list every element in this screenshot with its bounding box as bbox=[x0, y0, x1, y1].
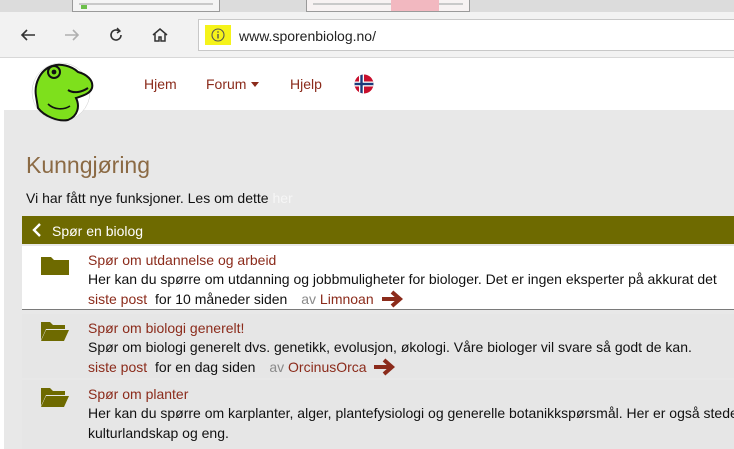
forum-row: Spør om utdannelse og arbeid Her kan du … bbox=[22, 246, 734, 310]
last-post-user[interactable]: OrcinusOrca bbox=[288, 359, 367, 375]
forward-button[interactable] bbox=[59, 22, 85, 48]
tab-strip bbox=[0, 0, 734, 12]
folder-open-icon bbox=[41, 322, 69, 341]
forum-description: Spør om biologi generelt dvs. genetikk, … bbox=[88, 339, 692, 355]
forum-title[interactable]: Spør om utdannelse og arbeid bbox=[88, 252, 276, 268]
last-post-meta: siste post for 10 måneder siden av Limno… bbox=[88, 290, 403, 308]
tab-thumbnail[interactable] bbox=[306, 0, 470, 12]
announcement-title: Kunngjøring bbox=[26, 152, 151, 178]
forum-title[interactable]: Spør om planter bbox=[88, 386, 188, 402]
arrow-right-icon[interactable] bbox=[381, 290, 403, 308]
address-bar[interactable]: www.sporenbiolog.no/ bbox=[198, 19, 734, 51]
arrow-left-icon bbox=[20, 29, 35, 41]
forum-description: Her kan du spørre om karplanter, alger, … bbox=[88, 405, 734, 421]
last-post-user[interactable]: Limnoan bbox=[320, 291, 374, 307]
tab-thumbnail[interactable] bbox=[72, 0, 220, 12]
arrow-right-icon bbox=[65, 29, 80, 41]
forum-description: Her kan du spørre om utdanning og jobbmu… bbox=[88, 271, 717, 287]
folder-icon bbox=[41, 257, 69, 275]
arrow-right-icon[interactable] bbox=[373, 358, 396, 376]
browser-toolbar: www.sporenbiolog.no/ bbox=[0, 12, 734, 58]
url-text[interactable]: www.sporenbiolog.no/ bbox=[239, 28, 376, 44]
chevron-left-icon[interactable] bbox=[32, 223, 42, 237]
norwegian-flag-icon[interactable] bbox=[354, 74, 374, 94]
forum-row: Spør om biologi generelt! Spør om biolog… bbox=[22, 314, 734, 378]
caret-down-icon bbox=[251, 82, 260, 87]
forum-description-cont: kulturlandskap og eng. bbox=[88, 425, 229, 441]
announcement-body: Vi har fått nye funksjoner. Les om dette bbox=[26, 190, 273, 206]
by-label: av bbox=[301, 291, 317, 307]
section-header[interactable]: Spør en biolog bbox=[22, 216, 734, 244]
announcement-text: Vi har fått nye funksjoner. Les om dette… bbox=[26, 190, 293, 206]
home-icon bbox=[152, 28, 168, 42]
last-post-time: for en dag siden bbox=[155, 359, 256, 375]
nav-item-forum-label: Forum bbox=[206, 76, 247, 92]
nav-item-forum[interactable]: Forum bbox=[206, 76, 260, 92]
last-post-link[interactable]: siste post bbox=[88, 291, 147, 307]
last-post-meta: siste post for en dag siden av OrcinusOr… bbox=[88, 358, 396, 376]
folder-open-icon bbox=[41, 388, 69, 407]
back-button[interactable] bbox=[15, 22, 41, 48]
reload-button[interactable] bbox=[103, 22, 129, 48]
last-post-link[interactable]: siste post bbox=[88, 359, 147, 375]
home-button[interactable] bbox=[147, 22, 173, 48]
nav-item-hjem[interactable]: Hjem bbox=[144, 76, 177, 92]
forum-row: Spør om planter Her kan du spørre om kar… bbox=[22, 380, 734, 449]
refresh-icon bbox=[110, 27, 122, 41]
site-header: Hjem Forum Hjelp bbox=[4, 58, 734, 122]
last-post-time: for 10 måneder siden bbox=[155, 291, 288, 307]
by-label: av bbox=[269, 359, 285, 375]
announcement-link[interactable]: her bbox=[272, 190, 292, 206]
frog-logo-icon[interactable] bbox=[28, 60, 98, 122]
forum-title[interactable]: Spør om biologi generelt! bbox=[88, 320, 244, 336]
site-info-icon[interactable] bbox=[205, 25, 231, 45]
nav-item-hjelp[interactable]: Hjelp bbox=[290, 76, 322, 92]
section-title: Spør en biolog bbox=[52, 223, 144, 239]
page: Hjem Forum Hjelp Kunngjøring Vi har fått… bbox=[4, 58, 734, 449]
